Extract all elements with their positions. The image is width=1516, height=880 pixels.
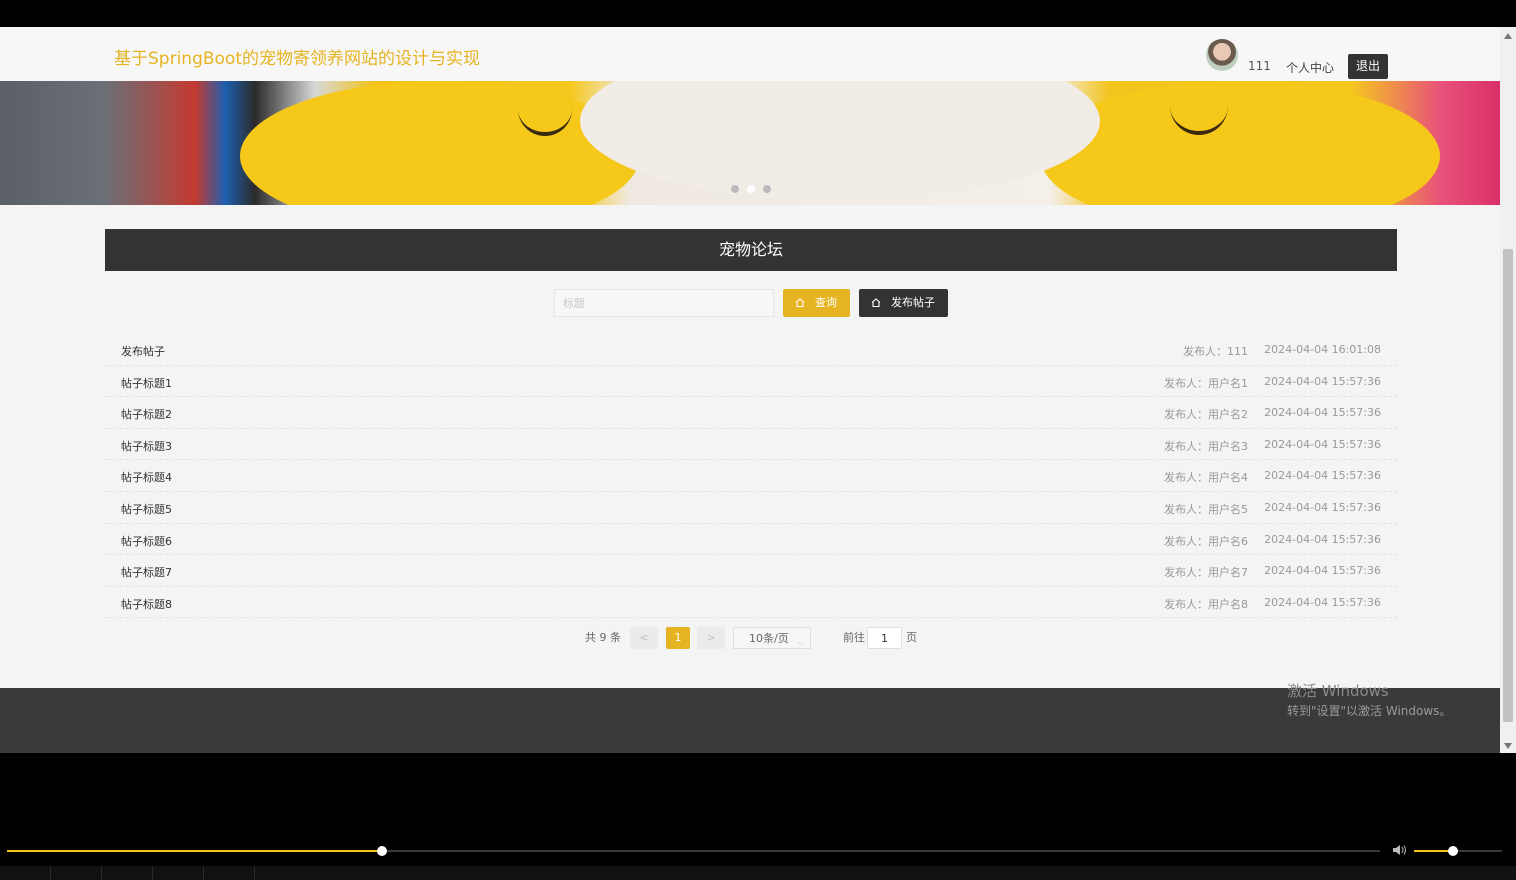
post-author: 发布人：用户名3 xyxy=(1164,439,1248,453)
volume-fill xyxy=(1414,850,1453,852)
prev-page-button[interactable]: < xyxy=(630,627,658,649)
post-title[interactable]: 帖子标题6 xyxy=(121,533,172,549)
carousel-dot-1[interactable] xyxy=(731,185,739,193)
publish-post-button[interactable]: 发布帖子 xyxy=(859,289,948,317)
post-date: 2024-04-04 15:57:36 xyxy=(1264,564,1381,578)
vertical-scrollbar[interactable] xyxy=(1500,27,1516,753)
banner-image-part xyxy=(580,81,1100,201)
post-date: 2024-04-04 15:57:36 xyxy=(1264,500,1381,514)
post-list: 发布帖子 发布人：111 2024-04-04 16:01:08 帖子标题1 发布人：… xyxy=(105,334,1397,619)
goto-page-input[interactable]: 1 xyxy=(867,627,902,649)
logout-button[interactable]: 退出 xyxy=(1348,54,1388,79)
site-title[interactable]: 基于SpringBoot的宠物寄领养网站的设计与实现 xyxy=(114,44,480,69)
post-date: 2024-04-04 15:57:36 xyxy=(1264,595,1381,609)
banner-carousel[interactable] xyxy=(0,81,1500,205)
post-author: 发布人：用户名1 xyxy=(1164,376,1248,390)
personal-center-link[interactable]: 个人中心 xyxy=(1286,59,1334,76)
banner-image-part xyxy=(240,81,640,205)
post-title[interactable]: 发布帖子 xyxy=(121,343,165,359)
post-date: 2024-04-04 15:57:36 xyxy=(1264,437,1381,451)
post-author: 发布人：用户名5 xyxy=(1164,502,1248,516)
site-header: 基于SpringBoot的宠物寄领养网站的设计与实现 111 个人中心 退出 xyxy=(0,27,1500,81)
post-title[interactable]: 帖子标题3 xyxy=(121,438,172,454)
site-footer xyxy=(0,688,1500,753)
post-author: 发布人：用户名2 xyxy=(1164,408,1248,422)
carousel-dot-3[interactable] xyxy=(763,185,771,193)
post-author: 发布人：用户名7 xyxy=(1164,566,1248,580)
post-author: 发布人：用户名8 xyxy=(1164,597,1248,611)
search-button[interactable]: 查询 xyxy=(783,289,850,317)
list-item[interactable]: 帖子标题5 发布人：用户名5 2024-04-04 15:57:36 xyxy=(105,492,1397,524)
top-black-bar xyxy=(0,0,1516,27)
video-player-controls xyxy=(0,753,1516,880)
page-size-select[interactable]: 10条/页 ⌵ xyxy=(733,627,811,649)
list-item[interactable]: 帖子标题8 发布人：用户名8 2024-04-04 15:57:36 xyxy=(105,587,1397,619)
list-item[interactable]: 帖子标题1 发布人：用户名1 2024-04-04 15:57:36 xyxy=(105,366,1397,398)
post-date: 2024-04-04 15:57:36 xyxy=(1264,532,1381,546)
list-item[interactable]: 帖子标题2 发布人：用户名2 2024-04-04 15:57:36 xyxy=(105,397,1397,429)
post-date: 2024-04-04 15:57:36 xyxy=(1264,406,1381,420)
post-author: 发布人：111 xyxy=(1183,345,1248,358)
list-item[interactable]: 帖子标题4 发布人：用户名4 2024-04-04 15:57:36 xyxy=(105,460,1397,492)
taskbar-divider xyxy=(203,866,204,880)
scroll-up-arrow-icon[interactable] xyxy=(1504,33,1512,39)
playback-progress-fill xyxy=(7,850,382,852)
page-size-value: 10条/页 xyxy=(749,632,789,645)
list-item[interactable]: 帖子标题6 发布人：用户名6 2024-04-04 15:57:36 xyxy=(105,524,1397,556)
post-date: 2024-04-04 16:01:08 xyxy=(1264,343,1381,356)
scroll-down-arrow-icon[interactable] xyxy=(1504,743,1512,749)
volume-slider[interactable] xyxy=(1414,846,1502,856)
next-page-button[interactable]: > xyxy=(697,627,725,649)
windows-watermark-subtitle: 转到"设置"以激活 Windows。 xyxy=(1287,704,1452,718)
page-suffix-label: 页 xyxy=(906,631,917,644)
pagination-total: 共 9 条 xyxy=(585,631,621,644)
playback-progress-bar[interactable] xyxy=(7,846,1380,856)
volume-knob[interactable] xyxy=(1447,846,1458,856)
post-title[interactable]: 帖子标题5 xyxy=(121,501,172,517)
post-title[interactable]: 帖子标题7 xyxy=(121,564,172,580)
web-page: 基于SpringBoot的宠物寄领养网站的设计与实现 111 个人中心 退出 宠… xyxy=(0,27,1500,753)
taskbar-divider xyxy=(254,866,255,880)
post-title[interactable]: 帖子标题1 xyxy=(121,375,172,391)
avatar[interactable] xyxy=(1206,39,1238,71)
banner-image-part xyxy=(1040,81,1440,205)
post-author: 发布人：用户名6 xyxy=(1164,534,1248,548)
taskbar xyxy=(0,866,1516,880)
playback-progress-knob[interactable] xyxy=(376,846,387,856)
username-label: 111 xyxy=(1248,59,1271,73)
post-date: 2024-04-04 15:57:36 xyxy=(1264,469,1381,483)
home-icon xyxy=(871,298,881,307)
volume-icon[interactable] xyxy=(1392,844,1408,856)
current-page-button[interactable]: 1 xyxy=(666,627,690,649)
publish-post-button-label: 发布帖子 xyxy=(891,296,935,309)
post-author: 发布人：用户名4 xyxy=(1164,471,1248,485)
scrollbar-thumb[interactable] xyxy=(1503,249,1513,722)
chevron-down-icon: ⌵ xyxy=(797,638,804,647)
taskbar-divider xyxy=(152,866,153,880)
post-date: 2024-04-04 15:57:36 xyxy=(1264,374,1381,388)
taskbar-divider xyxy=(50,866,51,880)
forum-title-bar: 宠物论坛 xyxy=(105,229,1397,271)
title-search-input[interactable] xyxy=(554,289,774,317)
post-title[interactable]: 帖子标题8 xyxy=(121,596,172,612)
search-button-label: 查询 xyxy=(815,296,837,309)
post-title[interactable]: 帖子标题4 xyxy=(121,469,172,485)
taskbar-divider xyxy=(101,866,102,880)
carousel-dot-2[interactable] xyxy=(747,185,755,193)
post-title[interactable]: 帖子标题2 xyxy=(121,406,172,422)
list-item[interactable]: 发布帖子 发布人：111 2024-04-04 16:01:08 xyxy=(105,334,1397,366)
windows-watermark-title: 激活 Windows xyxy=(1287,682,1389,700)
list-item[interactable]: 帖子标题3 发布人：用户名3 2024-04-04 15:57:36 xyxy=(105,429,1397,461)
goto-label: 前往 xyxy=(843,631,865,644)
list-item[interactable]: 帖子标题7 发布人：用户名7 2024-04-04 15:57:36 xyxy=(105,555,1397,587)
home-icon xyxy=(795,298,805,307)
